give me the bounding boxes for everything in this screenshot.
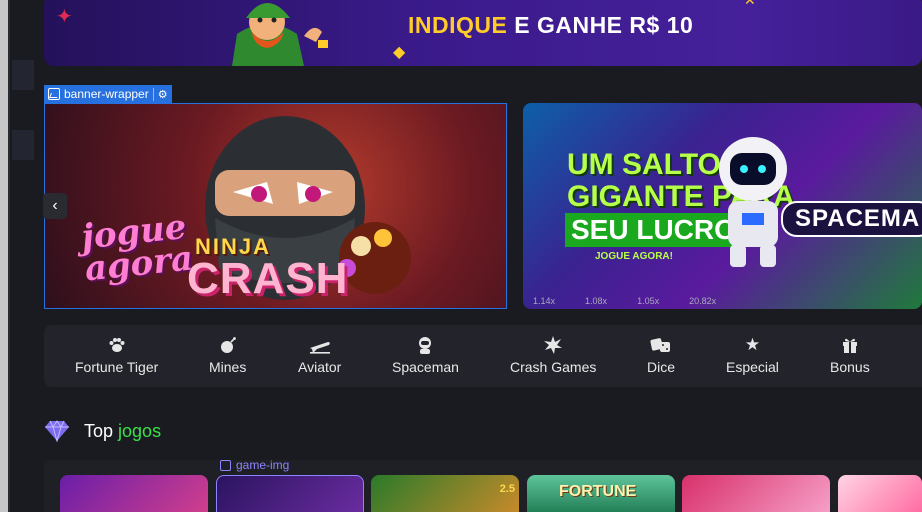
section-title-main: Top	[84, 420, 119, 441]
dice-icon	[650, 335, 672, 355]
image-icon	[48, 88, 60, 100]
game-card[interactable]	[60, 475, 208, 512]
category-label: Especial	[726, 359, 779, 375]
carousel-prev-button[interactable]: ‹	[43, 193, 67, 219]
game-card[interactable]: FORTUNE	[527, 475, 675, 512]
category-nav: Fortune Tiger Mines Aviator Spaceman Cra…	[44, 325, 922, 387]
category-mines[interactable]: Mines	[209, 335, 246, 375]
leprechaun-mascot-image	[232, 3, 328, 66]
category-spaceman[interactable]: Spaceman	[392, 335, 459, 375]
category-label: Spaceman	[392, 359, 459, 375]
diamond-icon	[45, 420, 69, 442]
sidebar-item[interactable]	[12, 60, 34, 90]
category-label: Aviator	[298, 359, 342, 375]
game-card[interactable]	[216, 475, 364, 512]
banner-wrapper-label: banner-wrapper ⚙	[44, 85, 172, 103]
stat-value: 20.82x	[689, 296, 717, 306]
ninja-game-title-big: CRASH	[187, 254, 349, 303]
gift-icon	[839, 335, 861, 355]
page-section-title: Top jogos	[84, 421, 161, 442]
carousel-slide-spaceman[interactable]: UM SALTO GIGANTE PARA SEU LUCRO JOGUE AG…	[523, 103, 922, 309]
referral-promo-banner[interactable]: ✦ INDIQUE E GANHE R$ 10 ◆ ✕	[44, 0, 922, 66]
category-label: Mines	[209, 359, 247, 375]
gear-icon: ⚙	[152, 87, 168, 101]
sparkle-icon: ✕	[744, 0, 756, 8]
spaceman-subtitle: JOGUE AGORA!	[595, 251, 673, 262]
sidebar-item[interactable]	[12, 130, 34, 160]
star-icon: ★	[744, 335, 761, 354]
game-card-text: FORTUNE	[559, 483, 637, 500]
ninja-cta-line-2: agora	[82, 238, 195, 290]
stat-value: 1.05x	[637, 296, 660, 306]
game-card[interactable]	[682, 475, 830, 512]
stat-value: 1.14x	[533, 296, 556, 306]
category-bonus[interactable]: Bonus	[830, 335, 870, 375]
game-card[interactable]: 2.5	[371, 475, 519, 512]
category-label: Fortune Tiger	[75, 359, 159, 375]
astronaut-character-image	[719, 137, 787, 267]
image-icon	[220, 459, 231, 471]
stat-value: 1.08x	[585, 296, 608, 306]
category-crash-games[interactable]: Crash Games	[510, 335, 596, 375]
category-especial[interactable]: ★ Especial	[726, 335, 779, 375]
game-img-label-text: game-img	[236, 458, 290, 472]
carousel-slide-ninja-crash[interactable]: jogue agora NINJA CRASH	[44, 103, 507, 309]
game-card[interactable]	[838, 475, 922, 512]
game-card-text: 2.5	[499, 483, 515, 495]
top-games-heading: Top jogos	[44, 420, 161, 442]
left-rail	[0, 0, 10, 512]
coin-icon: ◆	[393, 44, 406, 61]
game-img-label: game-img	[220, 458, 289, 472]
promo-rest-text: E GANHE R$ 10	[507, 12, 694, 38]
banner-wrapper-label-text: banner-wrapper	[64, 87, 149, 101]
sparkle-icon: ✦	[56, 6, 73, 28]
spaceman-logo-text: SPACEMA	[781, 201, 922, 237]
category-fortune-tiger[interactable]: Fortune Tiger	[75, 335, 158, 375]
category-label: Crash Games	[510, 359, 597, 375]
paw-icon	[106, 335, 128, 355]
chevron-left-icon: ‹	[52, 197, 58, 214]
category-label: Bonus	[830, 359, 870, 375]
category-label: Dice	[647, 359, 676, 375]
plane-icon	[309, 335, 331, 355]
promo-highlight-text: INDIQUE	[408, 12, 508, 38]
section-title-accent: jogos	[118, 420, 162, 441]
ninja-cta-text: jogue agora	[80, 207, 195, 290]
category-aviator[interactable]: Aviator	[298, 335, 341, 375]
spaceman-stats-strip: 1.14x 1.08x 1.05x 20.82x	[523, 293, 922, 309]
promo-headline: INDIQUE E GANHE R$ 10	[408, 12, 693, 39]
explosion-icon	[542, 335, 564, 355]
astronaut-icon	[414, 335, 436, 355]
category-dice[interactable]: Dice	[647, 335, 675, 375]
bomb-icon	[217, 335, 239, 355]
